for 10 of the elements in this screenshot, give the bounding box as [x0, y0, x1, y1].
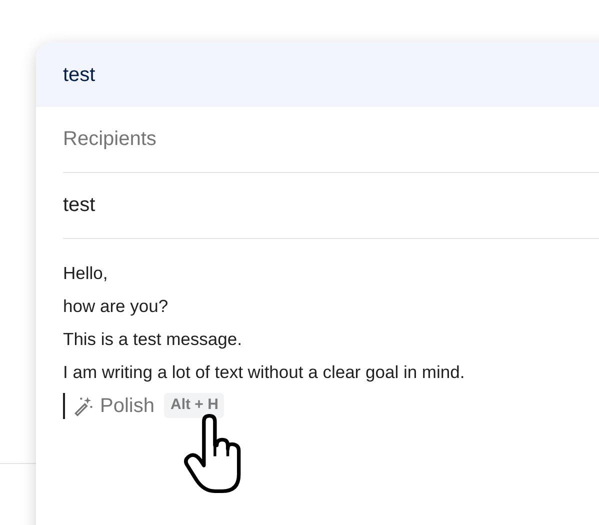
- message-line: I am writing a lot of text without a clear goal in mind.: [63, 361, 466, 384]
- magic-wand-icon: [72, 394, 94, 416]
- message-line: Hello,: [63, 262, 109, 285]
- message-line: This is a test message.: [63, 328, 243, 351]
- text-cursor: [63, 392, 65, 418]
- subject-field[interactable]: test: [63, 173, 599, 239]
- window-title: test: [63, 62, 96, 88]
- message-line: how are you?: [63, 295, 170, 318]
- recipients-field[interactable]: Recipients: [63, 107, 599, 173]
- polish-suggestion[interactable]: Polish: [72, 390, 154, 420]
